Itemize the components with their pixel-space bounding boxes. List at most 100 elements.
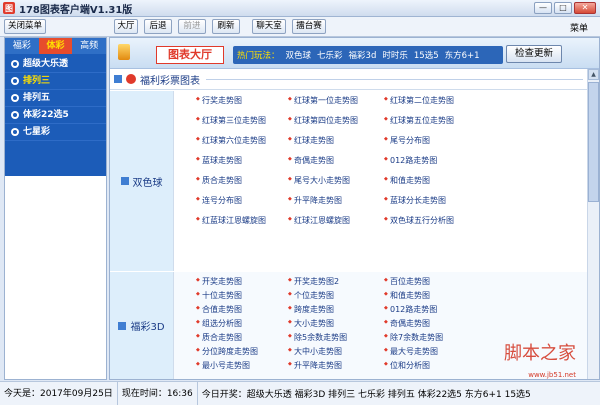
chart-link[interactable]: 质合走势图 xyxy=(196,175,292,186)
chart-link[interactable]: 大中小走势图 xyxy=(288,346,384,357)
chart-link[interactable]: 最大号走势图 xyxy=(384,346,480,357)
chart-link[interactable]: 升平降走势图 xyxy=(288,195,384,206)
chart-link[interactable]: 组选分析图 xyxy=(196,318,292,329)
lottery-category-panel: 福彩 体彩 高频 超级大乐透 排列三 排列五 体彩22选5 七星彩 xyxy=(4,37,107,380)
grid-icon xyxy=(120,177,129,185)
scroll-up-icon[interactable]: ▲ xyxy=(588,69,599,80)
chart-link[interactable]: 质合走势图 xyxy=(196,332,292,343)
bullet-icon xyxy=(11,60,19,68)
back-button[interactable]: 后退 xyxy=(144,19,172,34)
chart-link[interactable]: 行奖走势图 xyxy=(196,95,292,106)
chart-link[interactable]: 合值走势图 xyxy=(196,304,292,315)
section-header: 福利彩票图表 xyxy=(110,69,587,90)
chart-link[interactable]: 012路走势图 xyxy=(384,304,480,315)
draw-ticker: 今日开奖：超级大乐透 福彩3D 排列三 七乐彩 排列五 体彩22选5 东方6+1… xyxy=(201,390,531,400)
refresh-button[interactable]: 刷新 xyxy=(212,19,240,34)
chart-hall-content: 图表大厅 热门玩法： 双色球 七乐彩 福彩3d 时时乐 15选5 东方6+1 检… xyxy=(109,37,600,380)
chart-link[interactable]: 个位走势图 xyxy=(288,290,384,301)
chart-link[interactable]: 开奖走势图2 xyxy=(288,276,384,287)
chart-link[interactable]: 百位走势图 xyxy=(384,276,480,287)
chart-link[interactable]: 012路走势图 xyxy=(384,155,480,166)
chart-link[interactable]: 连号分布图 xyxy=(196,195,292,206)
chart-link[interactable]: 大小走势图 xyxy=(288,318,384,329)
hot-link[interactable]: 东方6+1 xyxy=(445,49,480,61)
maximize-button[interactable]: □ xyxy=(554,2,572,14)
toolbar: 关闭菜单 大厅 后退 前进 刷新 聊天室 擂台赛 菜单 xyxy=(0,17,600,37)
lottery-group-double-color: 双色球 行奖走势图 红球第一位走势图 红球第二位走势图 红球第三位走势图 红球第… xyxy=(110,91,587,271)
chart-link[interactable]: 分位跨度走势图 xyxy=(196,346,292,357)
chart-link[interactable]: 红球第三位走势图 xyxy=(196,115,292,126)
group-name: 双色球 xyxy=(132,177,163,189)
title-bar: 图 178图表客户端V1.31版 — □ ✕ xyxy=(0,0,600,17)
arena-button[interactable]: 擂台赛 xyxy=(292,19,326,34)
chart-link[interactable]: 除7余数走势图 xyxy=(384,332,480,343)
vertical-scrollbar[interactable]: ▲ xyxy=(587,69,599,379)
hot-link[interactable]: 双色球 xyxy=(286,49,312,61)
menu-item-seven-star[interactable]: 七星彩 xyxy=(5,124,106,141)
scrollbar-thumb[interactable] xyxy=(588,82,599,202)
chart-link[interactable]: 红球走势图 xyxy=(288,135,384,146)
chart-link[interactable]: 蓝球分长走势图 xyxy=(384,195,480,206)
chart-link[interactable]: 红球江恩螺旋图 xyxy=(288,215,384,226)
check-update-button[interactable]: 检查更新 xyxy=(506,45,562,63)
tab-high-frequency[interactable]: 高频 xyxy=(72,38,107,54)
chart-link[interactable]: 双色球五行分析图 xyxy=(384,215,480,226)
forward-button[interactable]: 前进 xyxy=(178,19,206,34)
tab-sports[interactable]: 体彩 xyxy=(38,38,73,54)
menu-item-22-choose-5[interactable]: 体彩22选5 xyxy=(5,107,106,124)
chart-link[interactable]: 十位走势图 xyxy=(196,290,292,301)
category-tabs: 福彩 体彩 高频 xyxy=(5,38,107,54)
chart-link[interactable]: 红球第五位走势图 xyxy=(384,115,480,126)
chart-link[interactable]: 和值走势图 xyxy=(384,175,480,186)
grid-icon xyxy=(118,321,127,330)
hot-link[interactable]: 时时乐 xyxy=(382,49,408,61)
menu-item-label: 体彩22选5 xyxy=(23,109,69,120)
watermark: 脚本之家 xyxy=(504,343,576,364)
chart-link[interactable]: 跨度走势图 xyxy=(288,304,384,315)
chart-link[interactable]: 红球第二位走势图 xyxy=(384,95,480,106)
chart-link[interactable]: 奇偶走势图 xyxy=(384,318,480,329)
today-date: 今天是：2017年09月25日 xyxy=(0,381,118,405)
tab-welfare[interactable]: 福彩 xyxy=(5,38,39,54)
chart-link[interactable]: 和值走势图 xyxy=(384,290,480,301)
lottery-menu: 超级大乐透 排列三 排列五 体彩22选5 七星彩 xyxy=(5,54,106,176)
chart-link[interactable]: 红球第四位走势图 xyxy=(288,115,384,126)
hot-games-bar: 热门玩法： 双色球 七乐彩 福彩3d 时时乐 15选5 东方6+1 xyxy=(233,46,503,64)
hot-games-label: 热门玩法： xyxy=(237,51,280,61)
chart-link[interactable]: 最小号走势图 xyxy=(196,360,292,371)
hot-link[interactable]: 15选5 xyxy=(414,49,439,61)
menu-item-pick-5[interactable]: 排列五 xyxy=(5,90,106,107)
watermark-url: www.jb51.net xyxy=(528,371,576,379)
chart-link[interactable]: 尾号大小走势图 xyxy=(288,175,384,186)
menu-item-label: 七星彩 xyxy=(23,126,51,137)
hot-link[interactable]: 福彩3d xyxy=(349,49,377,61)
chart-link[interactable]: 红蓝球江恩螺旋图 xyxy=(196,215,292,226)
hall-button[interactable]: 大厅 xyxy=(114,19,138,34)
logo-icon xyxy=(118,44,130,60)
chart-link[interactable]: 蓝球走势图 xyxy=(196,155,292,166)
close-button[interactable]: ✕ xyxy=(574,2,596,14)
hot-link[interactable]: 七乐彩 xyxy=(317,49,343,61)
menu-item-label: 超级大乐透 xyxy=(23,58,69,69)
close-menu-button[interactable]: 关闭菜单 xyxy=(4,19,46,34)
chart-link[interactable]: 位和分析图 xyxy=(384,360,480,371)
chart-link[interactable]: 奇偶走势图 xyxy=(288,155,384,166)
banner: 图表大厅 热门玩法： 双色球 七乐彩 福彩3d 时时乐 15选5 东方6+1 检… xyxy=(110,38,599,69)
chart-link[interactable]: 升平降走势图 xyxy=(288,360,384,371)
menu-button[interactable]: 菜单 xyxy=(570,21,588,34)
chart-link[interactable]: 除5余数走势图 xyxy=(288,332,384,343)
chart-link[interactable]: 红球第一位走势图 xyxy=(288,95,384,106)
menu-item-super-lotto[interactable]: 超级大乐透 xyxy=(5,56,106,73)
chart-link[interactable]: 尾号分布图 xyxy=(384,135,480,146)
brand-title: 图表大厅 xyxy=(156,46,224,64)
current-time: 现在时间：16:36 xyxy=(118,381,198,405)
group-label: 双色球 xyxy=(110,91,174,271)
group-name: 福彩3D xyxy=(130,322,165,333)
minimize-button[interactable]: — xyxy=(534,2,552,14)
menu-item-label: 排列三 xyxy=(23,75,51,86)
chatroom-button[interactable]: 聊天室 xyxy=(252,19,286,34)
chart-link[interactable]: 红球第六位走势图 xyxy=(196,135,292,146)
chart-link[interactable]: 开奖走势图 xyxy=(196,276,292,287)
menu-item-pick-3[interactable]: 排列三 xyxy=(5,73,106,90)
app-icon: 图 xyxy=(3,2,15,14)
